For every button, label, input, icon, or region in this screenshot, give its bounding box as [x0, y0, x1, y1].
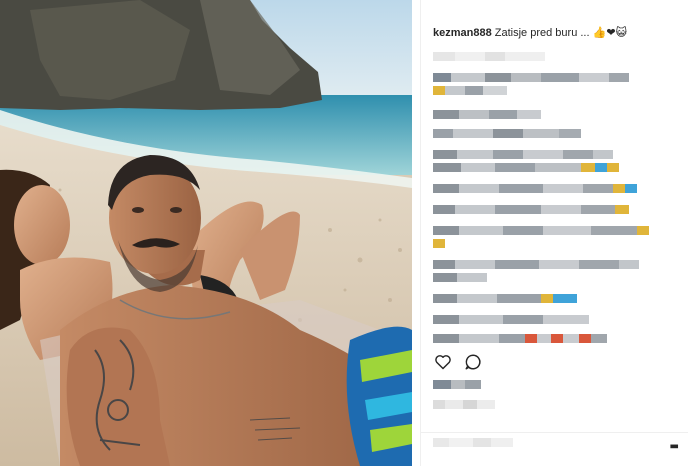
obscured-comment	[433, 239, 445, 248]
post-caption: kezman888 Zatisje pred buru ... 👍❤😺	[433, 26, 685, 40]
obscured-comment	[433, 273, 487, 282]
obscured-comment	[433, 110, 541, 119]
obscured-comment	[433, 129, 581, 138]
obscured-comment	[433, 334, 607, 343]
comment-divider	[421, 432, 688, 433]
obscured-comment	[433, 163, 619, 172]
comment-bubble-icon[interactable]	[463, 352, 483, 372]
obscured-comment	[433, 260, 639, 269]
obscured-add-comment[interactable]	[433, 438, 513, 447]
beach-selfie-image	[0, 0, 412, 466]
obscured-comment	[433, 226, 649, 235]
obscured-comment	[433, 52, 545, 61]
obscured-comment	[433, 73, 629, 82]
obscured-comment	[433, 150, 613, 159]
obscured-comment	[433, 315, 589, 324]
obscured-comment	[433, 86, 507, 95]
obscured-like-count	[433, 380, 481, 389]
obscured-post-date	[433, 400, 495, 409]
obscured-comment	[433, 294, 577, 303]
post-photo[interactable]	[0, 0, 412, 466]
caption-emojis: 👍❤😺	[592, 26, 628, 39]
heart-outline-icon[interactable]	[433, 352, 453, 372]
obscured-comment	[433, 205, 629, 214]
username-link[interactable]: kezman888	[433, 27, 492, 39]
post-sidebar: kezman888 Zatisje pred buru ... 👍❤😺 ▬	[420, 0, 688, 466]
obscured-comment	[433, 184, 637, 193]
post-actions	[433, 352, 483, 372]
more-options-icon[interactable]: ▬	[670, 441, 680, 452]
caption-text: Zatisje pred buru ...	[494, 27, 590, 39]
